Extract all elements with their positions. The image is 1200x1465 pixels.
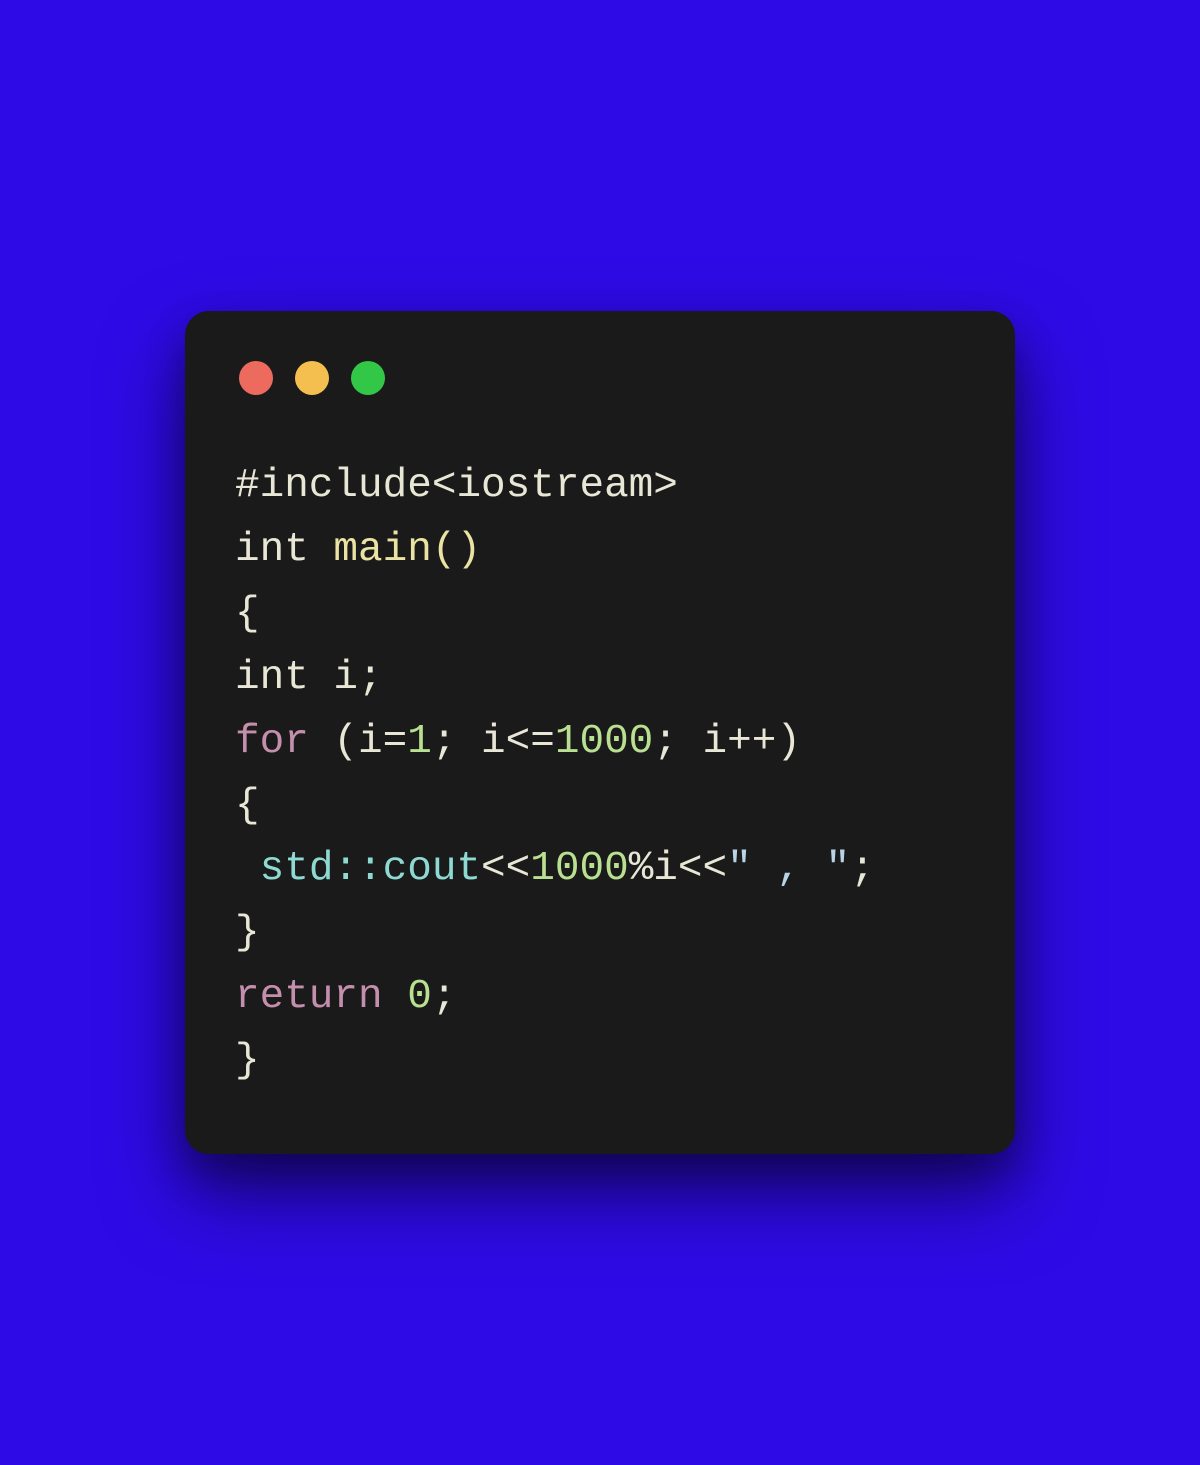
code-token: 1000 [555, 719, 653, 765]
code-token: int [235, 527, 309, 573]
minimize-icon[interactable] [295, 361, 329, 395]
code-editor[interactable]: #include<iostream> int main() { int i; f… [235, 455, 965, 1095]
code-token: std::cout [260, 846, 481, 892]
code-token: } [235, 1038, 260, 1084]
code-token: << [481, 846, 530, 892]
code-token: ; [850, 846, 875, 892]
code-token [235, 846, 260, 892]
code-token: #include [235, 463, 432, 509]
code-token: 0 [407, 974, 432, 1020]
close-icon[interactable] [239, 361, 273, 395]
code-token: { [235, 591, 260, 637]
code-token: (i= [309, 719, 407, 765]
code-token: for [235, 719, 309, 765]
code-token [383, 974, 408, 1020]
code-token: ; i<= [432, 719, 555, 765]
code-token: ; [432, 974, 457, 1020]
code-token: %i<< [629, 846, 727, 892]
code-token: main [333, 527, 431, 573]
code-token: int [235, 655, 309, 701]
code-token: } [235, 910, 260, 956]
maximize-icon[interactable] [351, 361, 385, 395]
code-token: ) [456, 527, 481, 573]
code-token: 1 [407, 719, 432, 765]
window-controls [239, 361, 965, 395]
code-token: <iostream> [432, 463, 678, 509]
code-token: return [235, 974, 383, 1020]
code-token [309, 527, 334, 573]
code-token: 1000 [530, 846, 628, 892]
code-token: { [235, 783, 260, 829]
code-token: " , " [727, 846, 850, 892]
terminal-window: #include<iostream> int main() { int i; f… [185, 311, 1015, 1155]
code-token: i; [309, 655, 383, 701]
code-token: ; i++) [653, 719, 801, 765]
code-token: ( [432, 527, 457, 573]
